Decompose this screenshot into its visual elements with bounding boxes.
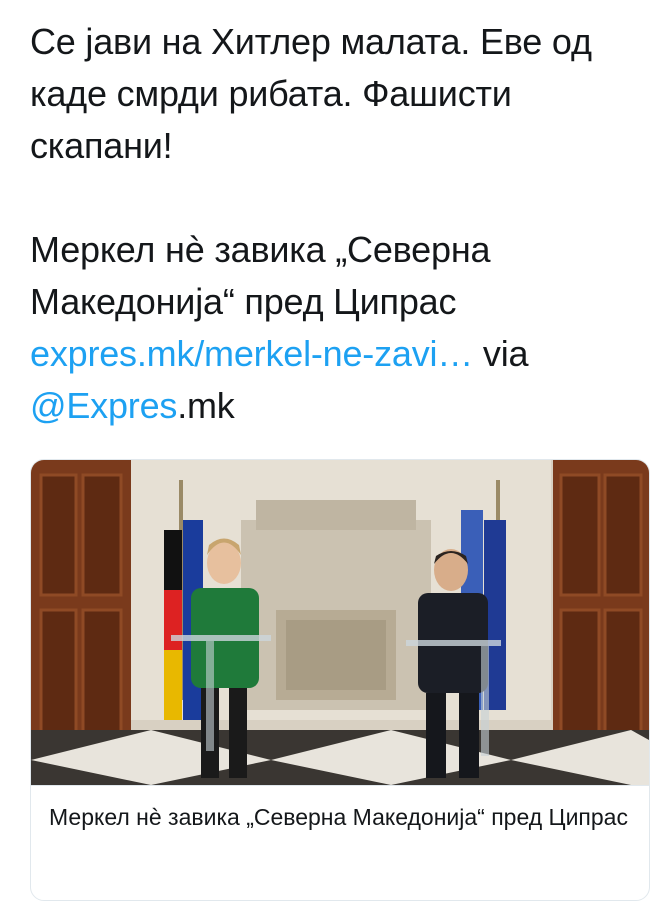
link-preview-card[interactable]: Меркел нè завика „Северна Македонија“ пр… [30,459,650,901]
tweet-headline: Меркел нè завика „Северна Македонија“ пр… [30,229,491,322]
card-title[interactable]: Меркел нè завика „Северна Македонија“ пр… [31,785,649,834]
article-link[interactable]: expres.mk/merkel-ne-zavi… [30,333,473,374]
press-conference-photo [31,460,649,785]
tweet-text: Се јави на Хитлер малата. Еве од каде см… [30,16,650,432]
via-text: via [473,333,529,374]
tweet-headline-paragraph: Меркел нè завика „Северна Македонија“ пр… [30,224,650,432]
card-image[interactable] [31,460,649,785]
mention-suffix: .mk [177,385,235,426]
tweet-comment: Се јави на Хитлер малата. Еве од каде см… [30,21,592,166]
mention-link[interactable]: @Expres [30,385,177,426]
